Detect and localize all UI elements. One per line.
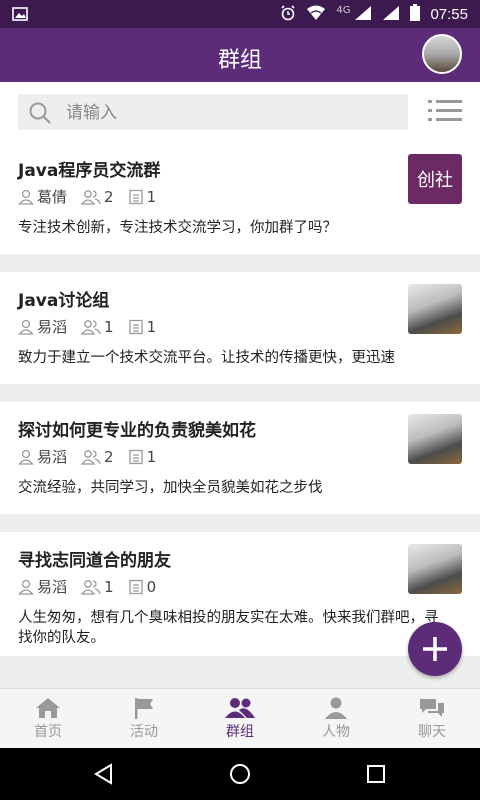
alarm-icon bbox=[280, 4, 296, 25]
tab-home-label: 首页 bbox=[34, 724, 62, 740]
members-icon bbox=[81, 449, 101, 465]
member-count: 2 bbox=[104, 187, 114, 206]
members-icon bbox=[81, 189, 101, 205]
flag-icon bbox=[135, 698, 153, 719]
tab-people[interactable]: 人物 bbox=[288, 689, 384, 749]
group-owner: 葛倩 bbox=[37, 188, 68, 206]
list-item[interactable]: 寻找志同道合的朋友 易滔 1 0 人生匆匆，想有几个臭味相投的朋友实在太难。快来… bbox=[0, 532, 480, 656]
group-meta: 易滔 1 0 bbox=[18, 576, 170, 597]
group-owner: 易滔 bbox=[37, 318, 68, 336]
tab-chat[interactable]: 聊天 bbox=[384, 689, 480, 749]
tab-groups-label: 群组 bbox=[226, 724, 254, 740]
chat-icon bbox=[420, 699, 444, 717]
group-avatar bbox=[408, 284, 462, 334]
member-count: 1 bbox=[104, 577, 114, 596]
home-circle-icon[interactable] bbox=[228, 762, 252, 790]
group-name: Java讨论组 bbox=[18, 291, 110, 311]
member-count: 2 bbox=[104, 447, 114, 466]
tab-home[interactable]: 首页 bbox=[0, 689, 96, 749]
post-count: 1 bbox=[146, 317, 157, 336]
group-name: 探讨如何更专业的负责貌美如花 bbox=[18, 421, 256, 441]
post-count: 1 bbox=[146, 447, 157, 466]
group-logo-text: 创社 bbox=[417, 170, 453, 191]
tab-activity[interactable]: 活动 bbox=[96, 689, 192, 749]
members-icon bbox=[81, 319, 101, 335]
tab-people-label: 人物 bbox=[322, 724, 350, 740]
group-name: 寻找志同道合的朋友 bbox=[18, 551, 171, 571]
tab-chat-label: 聊天 bbox=[418, 724, 446, 740]
search-icon bbox=[28, 101, 52, 129]
group-description: 人生匆匆，想有几个臭味相投的朋友实在太难。快来我们群吧，寻找你的队友。 bbox=[18, 610, 439, 646]
list-item[interactable]: Java程序员交流群 葛倩 2 1 专注技术创新，专注技术交流学习，你加群了吗？… bbox=[0, 142, 480, 254]
user-icon bbox=[18, 579, 34, 595]
post-icon bbox=[128, 189, 143, 204]
page-title: 群组 bbox=[217, 48, 262, 73]
group-icon bbox=[225, 698, 255, 718]
group-description: 交流经验，共同学习，加快全员貌美如花之步伐 bbox=[18, 480, 323, 496]
post-icon bbox=[128, 319, 143, 334]
group-owner: 易滔 bbox=[37, 578, 68, 596]
add-group-button[interactable] bbox=[408, 622, 462, 676]
list-menu-icon[interactable] bbox=[428, 98, 462, 128]
plus-icon bbox=[423, 637, 447, 661]
search-bar bbox=[0, 82, 480, 142]
group-description: 致力于建立一个技术交流平台。让技术的传播更快，更迅速 bbox=[18, 350, 395, 366]
search-input[interactable] bbox=[64, 94, 398, 132]
wifi-icon bbox=[306, 5, 326, 25]
system-nav-bar bbox=[0, 748, 480, 800]
signal-icon-2 bbox=[382, 5, 400, 25]
network-type: 4G bbox=[336, 5, 351, 16]
post-icon bbox=[128, 579, 143, 594]
post-count: 1 bbox=[146, 187, 157, 206]
battery-icon bbox=[410, 4, 421, 25]
app-bar: 群组 bbox=[0, 28, 480, 82]
group-meta: 葛倩 2 1 bbox=[18, 186, 170, 207]
bottom-nav: 首页 活动 群组 人物 聊天 bbox=[0, 688, 480, 749]
group-avatar bbox=[408, 544, 462, 594]
back-icon[interactable] bbox=[92, 762, 116, 790]
member-count: 1 bbox=[104, 317, 114, 336]
post-icon bbox=[128, 449, 143, 464]
group-meta: 易滔 2 1 bbox=[18, 446, 170, 467]
group-list: Java程序员交流群 葛倩 2 1 专注技术创新，专注技术交流学习，你加群了吗？… bbox=[0, 142, 480, 656]
clock: 07:55 bbox=[430, 6, 468, 23]
post-count: 0 bbox=[146, 577, 157, 596]
group-description: 专注技术创新，专注技术交流学习，你加群了吗？ bbox=[18, 220, 337, 236]
user-icon bbox=[18, 319, 34, 335]
group-name: Java程序员交流群 bbox=[18, 161, 161, 181]
group-avatar: 创社 bbox=[408, 154, 462, 204]
members-icon bbox=[81, 579, 101, 595]
signal-icon bbox=[354, 5, 372, 25]
person-icon bbox=[325, 697, 347, 719]
user-icon bbox=[18, 449, 34, 465]
image-notification-icon bbox=[12, 6, 28, 25]
list-item[interactable]: Java讨论组 易滔 1 1 致力于建立一个技术交流平台。让技术的传播更快，更迅… bbox=[0, 272, 480, 384]
group-meta: 易滔 1 1 bbox=[18, 316, 170, 337]
status-bar: 4G 07:55 bbox=[0, 0, 480, 28]
home-icon bbox=[36, 698, 60, 718]
list-item[interactable]: 探讨如何更专业的负责貌美如花 易滔 2 1 交流经验，共同学习，加快全员貌美如花… bbox=[0, 402, 480, 514]
group-avatar bbox=[408, 414, 462, 464]
tab-groups[interactable]: 群组 bbox=[192, 689, 288, 749]
user-icon bbox=[18, 189, 34, 205]
group-owner: 易滔 bbox=[37, 448, 68, 466]
search-box[interactable] bbox=[18, 94, 408, 132]
avatar[interactable] bbox=[422, 34, 462, 74]
tab-activity-label: 活动 bbox=[130, 724, 158, 740]
recents-icon[interactable] bbox=[364, 762, 388, 790]
